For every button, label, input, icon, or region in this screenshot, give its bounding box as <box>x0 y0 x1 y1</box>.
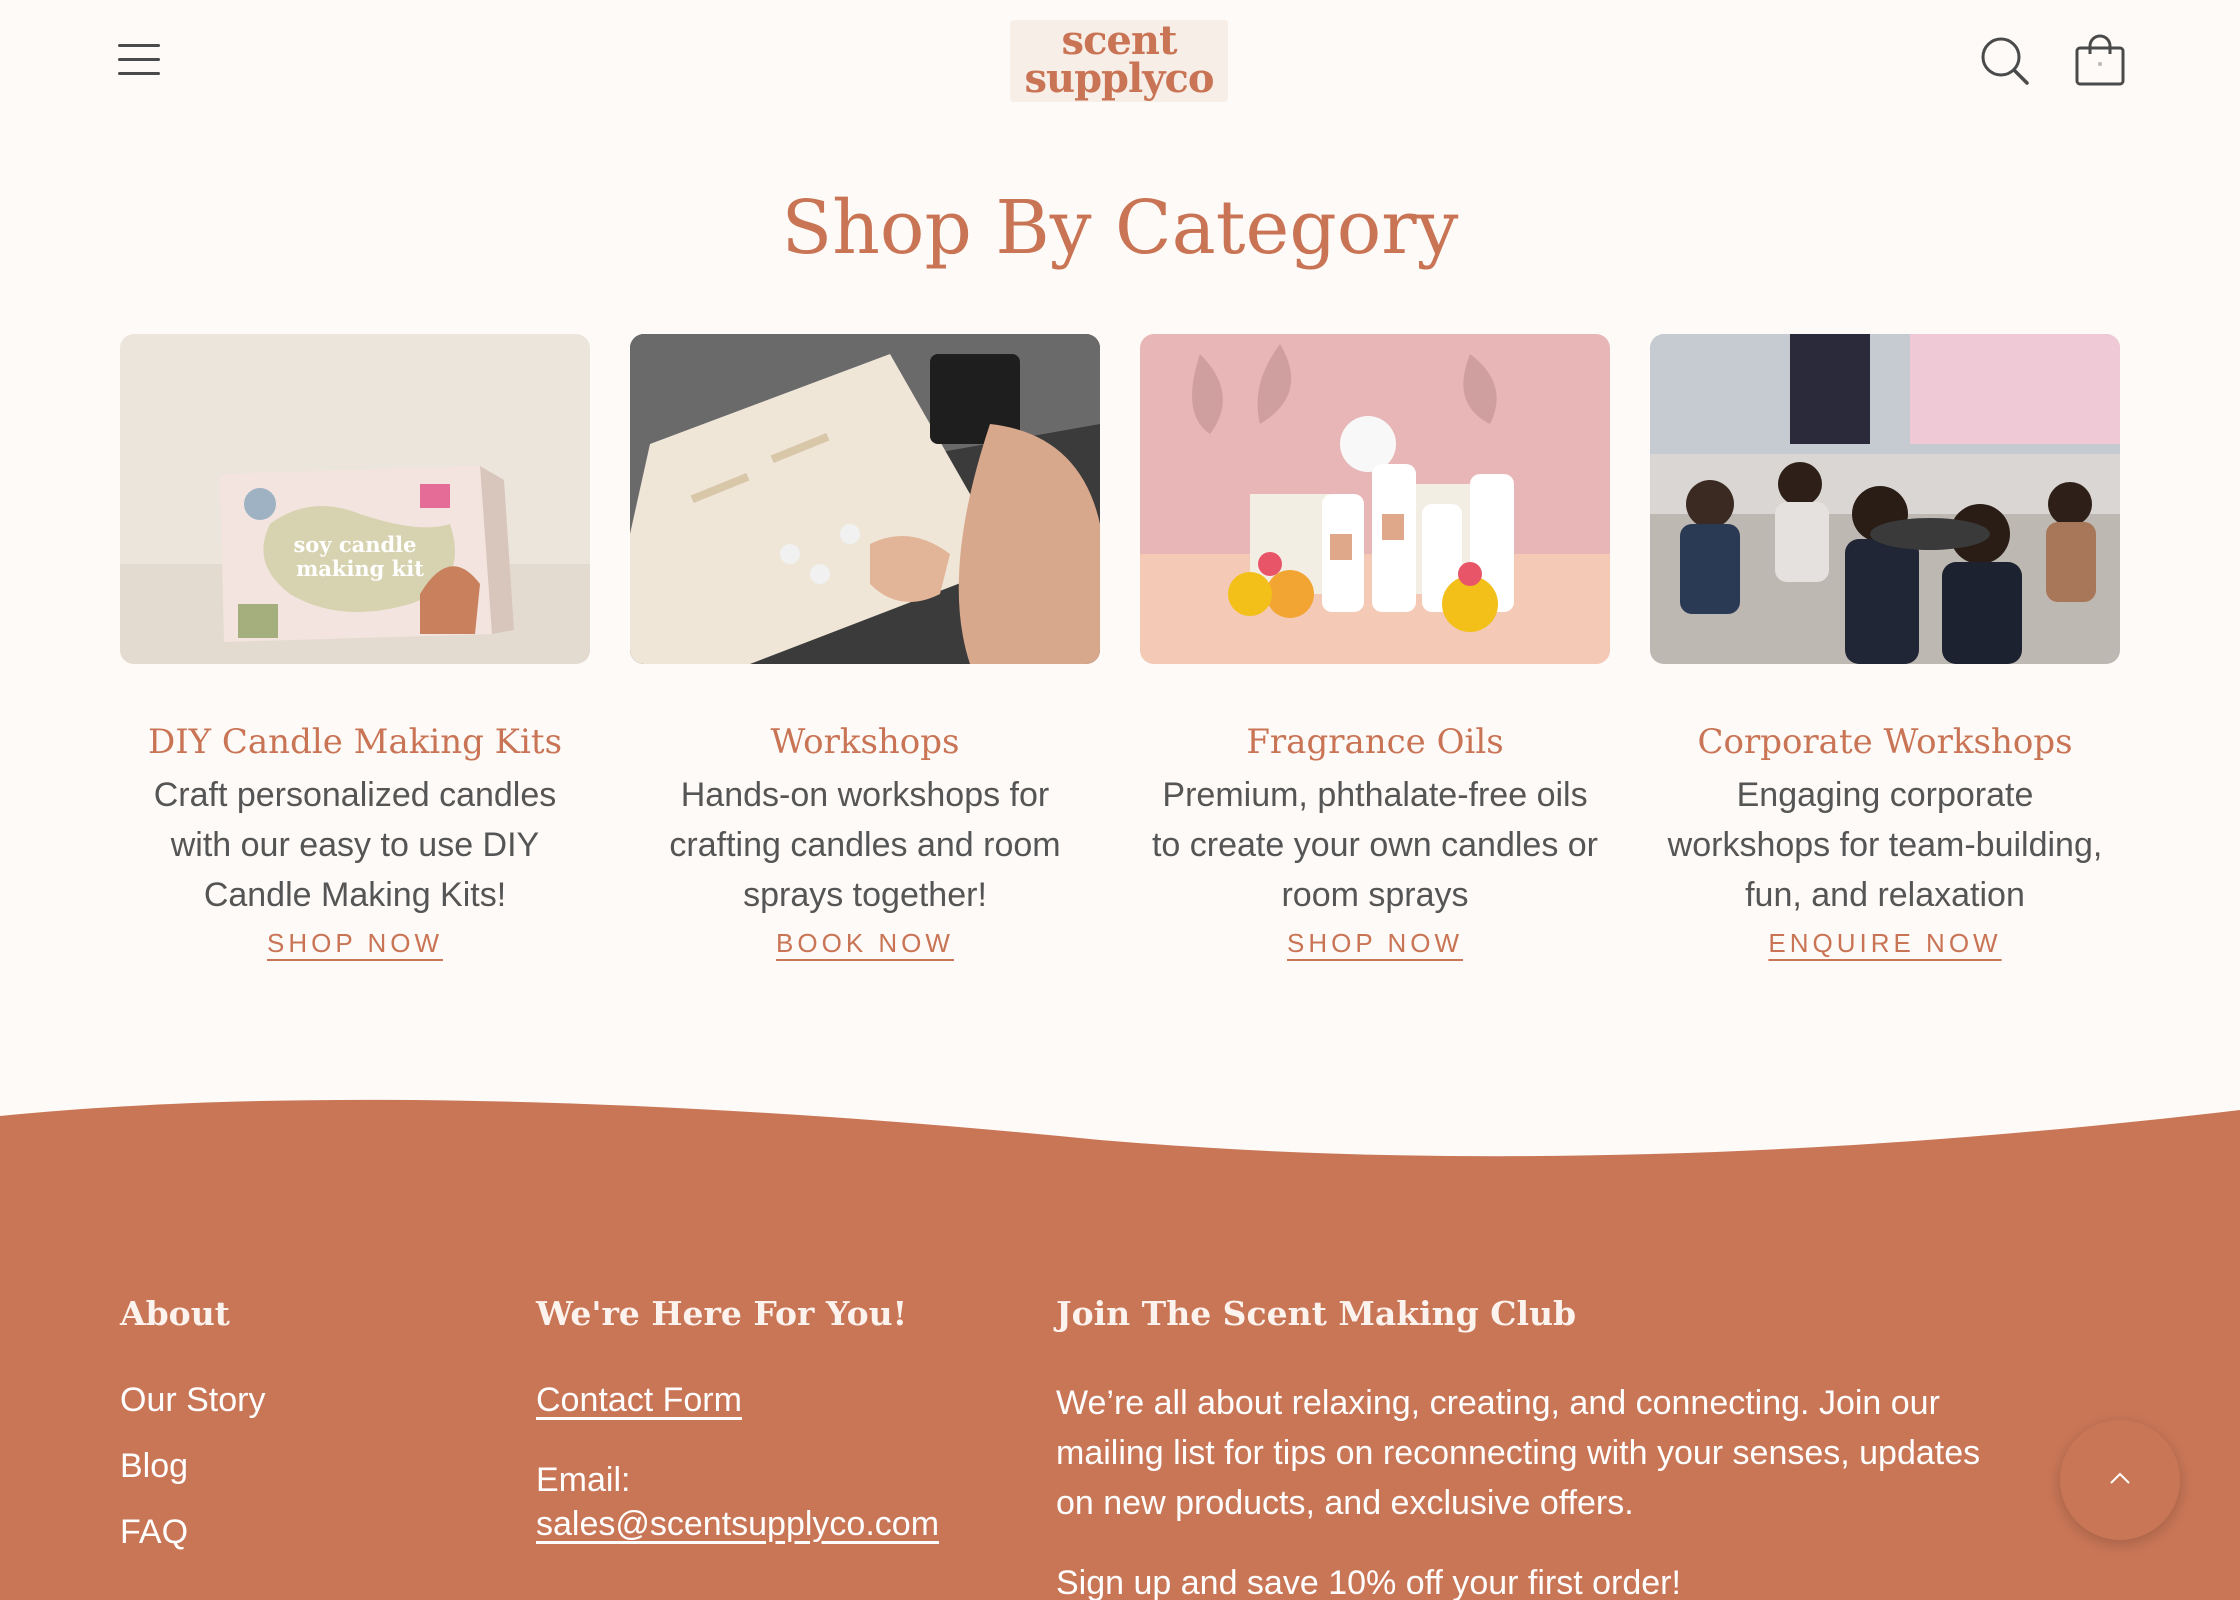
diy-kit-image[interactable]: soy candle making kit <box>120 334 590 664</box>
shop-now-link[interactable]: SHOP NOW <box>267 928 443 959</box>
footer-club-heading: Join The Scent Making Club <box>1056 1294 1577 1333</box>
footer-link-blog[interactable]: Blog <box>120 1444 480 1488</box>
fragrance-oils-image[interactable] <box>1140 334 1610 664</box>
footer-club-column: Join The Scent Making Club We’re all abo… <box>1056 1292 2016 1600</box>
category-description: Engaging corporate workshops for team-bu… <box>1667 776 2103 914</box>
category-card-diy-kits[interactable]: soy candle making kit DIY Candle Making … <box>120 334 590 974</box>
site-footer: About Our Story Blog FAQ We're Here For … <box>0 1170 2240 1600</box>
category-description: Premium, phthalate-free oils to create y… <box>1151 776 1599 914</box>
corporate-workshops-image[interactable] <box>1650 334 2120 664</box>
category-description: Craft personalized candles with our easy… <box>153 776 557 914</box>
category-description: Hands-on workshops for crafting candles … <box>669 776 1061 914</box>
footer-about-column: About Our Story Blog FAQ <box>120 1292 480 1554</box>
kit-image-text-2: making kit <box>296 556 424 581</box>
category-card-corporate-workshops[interactable]: Corporate Workshops Engaging corporate w… <box>1650 334 2120 974</box>
category-title[interactable]: DIY Candle Making Kits <box>120 720 590 764</box>
book-now-link[interactable]: BOOK NOW <box>776 928 954 959</box>
email-link[interactable]: sales@scentsupplyco.com <box>536 1502 1016 1546</box>
footer-link-faq[interactable]: FAQ <box>120 1510 480 1554</box>
category-card-fragrance-oils[interactable]: Fragrance Oils Premium, phthalate-free o… <box>1140 334 1610 974</box>
shopping-bag-icon[interactable] <box>2074 34 2126 86</box>
chevron-up-icon <box>2110 1472 2130 1484</box>
logo-text-supplyco: supplyco <box>1024 55 1214 102</box>
section-title: Shop By Category <box>781 185 1459 271</box>
search-icon[interactable] <box>1980 36 2030 86</box>
category-grid: soy candle making kit DIY Candle Making … <box>120 334 2120 974</box>
hamburger-menu-icon[interactable] <box>118 42 162 76</box>
footer-about-heading: About <box>120 1294 230 1333</box>
site-header: scent supplyco <box>0 0 2240 120</box>
club-offer-text: Sign up and save 10% off your first orde… <box>1056 1564 1681 1600</box>
footer-link-our-story[interactable]: Our Story <box>120 1378 480 1422</box>
footer-help-column: We're Here For You! Contact Form Email: … <box>536 1292 1016 1546</box>
back-to-top-button[interactable] <box>2060 1420 2180 1540</box>
club-description: We’re all about relaxing, creating, and … <box>1056 1384 1981 1522</box>
email-label: Email: <box>536 1461 631 1499</box>
site-logo[interactable]: scent supplyco <box>1010 20 1228 102</box>
footer-help-heading: We're Here For You! <box>536 1294 908 1333</box>
workshops-image[interactable] <box>630 334 1100 664</box>
category-card-workshops[interactable]: Workshops Hands-on workshops for craftin… <box>630 334 1100 974</box>
enquire-now-link[interactable]: ENQUIRE NOW <box>1768 928 2001 959</box>
contact-form-link[interactable]: Contact Form <box>536 1378 1016 1422</box>
shop-now-link[interactable]: SHOP NOW <box>1287 928 1463 959</box>
category-title[interactable]: Corporate Workshops <box>1650 720 2120 764</box>
category-title[interactable]: Workshops <box>630 720 1100 764</box>
kit-image-text-1: soy candle <box>293 532 416 557</box>
category-title[interactable]: Fragrance Oils <box>1140 720 1610 764</box>
